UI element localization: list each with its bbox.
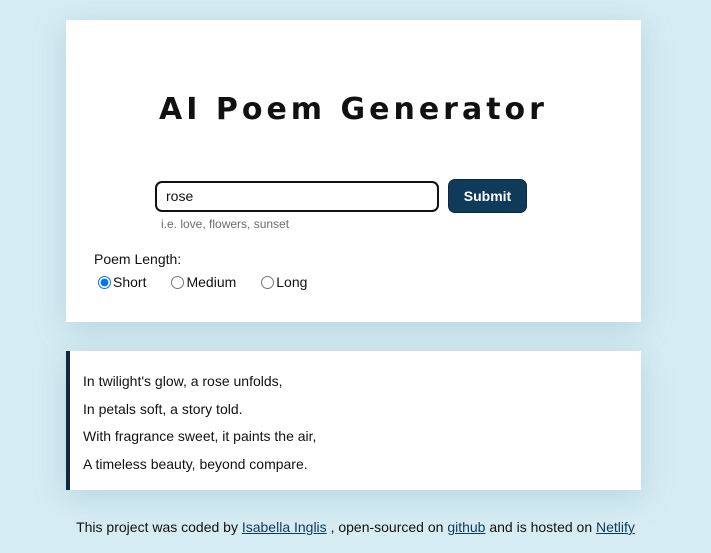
- poem-length-label: Poem Length:: [94, 251, 182, 267]
- poem-line: In twilight's glow, a rose unfolds,: [83, 373, 283, 389]
- github-link[interactable]: github: [447, 519, 485, 535]
- footer-text: and is hosted on: [489, 519, 593, 535]
- length-radio-short[interactable]: [98, 275, 111, 289]
- footer-text: This project was coded by: [76, 519, 238, 535]
- submit-button[interactable]: Submit: [448, 179, 527, 213]
- length-option-label: Short: [113, 274, 147, 290]
- poem-length-options: Short Medium Long: [98, 274, 332, 290]
- poem-line: A timeless beauty, beyond compare.: [83, 455, 308, 472]
- netlify-link[interactable]: Netlify: [596, 519, 635, 535]
- length-option-long[interactable]: Long: [261, 274, 307, 290]
- poem-form: Submit: [155, 179, 527, 213]
- page-title: AI Poem Generator: [159, 92, 548, 127]
- length-option-short[interactable]: Short: [98, 274, 146, 290]
- poem-line: With fragrance sweet, it paints the air,: [83, 428, 317, 444]
- poem-form-card: AI Poem Generator Submit i.e. love, flow…: [66, 20, 641, 322]
- poem-output: In twilight's glow, a rose unfolds, In p…: [66, 351, 641, 490]
- length-radio-medium[interactable]: [171, 275, 185, 289]
- length-option-label: Medium: [186, 274, 237, 290]
- author-link[interactable]: Isabella Inglis: [242, 519, 327, 535]
- length-option-medium[interactable]: Medium: [171, 274, 236, 290]
- input-hint: i.e. love, flowers, sunset: [161, 217, 290, 231]
- topic-input[interactable]: [155, 180, 439, 212]
- footer-text: , open-sourced on: [330, 519, 444, 535]
- page-footer: This project was coded by Isabella Ingli…: [0, 519, 711, 535]
- poem-line: In petals soft, a story told.: [83, 400, 243, 417]
- length-radio-long[interactable]: [261, 275, 275, 289]
- length-option-label: Long: [276, 274, 308, 290]
